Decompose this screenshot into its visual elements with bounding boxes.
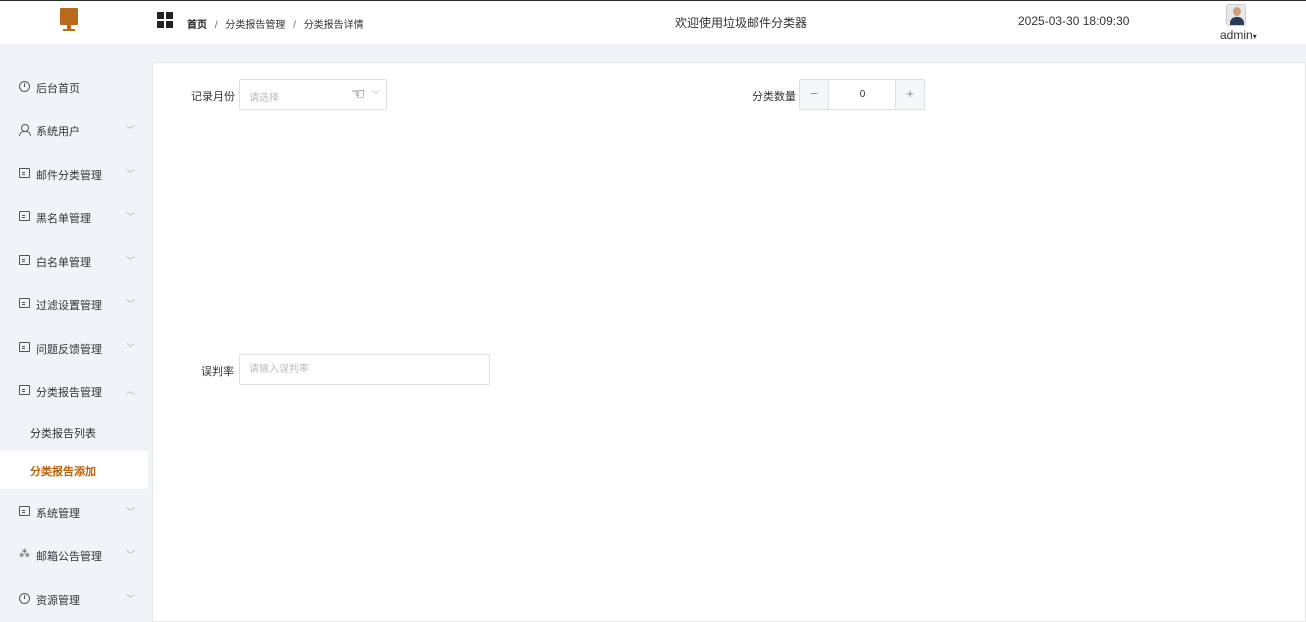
breadcrumb: 首页 / 分类报告管理 / 分类报告详情 xyxy=(187,16,364,31)
grid-icon[interactable] xyxy=(157,12,173,28)
user-menu[interactable]: admin▾ xyxy=(1220,28,1257,42)
list-box-icon xyxy=(19,168,30,179)
user-icon xyxy=(19,124,31,136)
caret-down-icon: ▾ xyxy=(1252,32,1257,41)
sidebar-item-system-management[interactable]: 系统管理 ﹀ xyxy=(0,492,148,532)
sidebar-item-blacklist[interactable]: 黑名单管理 ﹀ xyxy=(0,197,148,237)
sidebar: 后台首页 系统用户 ﹀ 邮件分类管理 ﹀ 黑名单管理 ﹀ 白名单管理 ﹀ 过滤设… xyxy=(0,44,148,622)
month-label: 记录月份 xyxy=(191,91,235,103)
database-icon xyxy=(19,593,30,604)
sparkle-icon: ⁂ xyxy=(19,548,30,560)
count-value[interactable]: 0 xyxy=(830,80,895,109)
sidebar-item-label: 后台首页 xyxy=(36,83,80,95)
count-stepper[interactable]: − 0 + xyxy=(799,79,925,110)
datetime-display: 2025-03-30 18:09:30 xyxy=(1018,14,1130,28)
increment-button[interactable]: + xyxy=(895,80,924,109)
sidebar-item-label: 问题反馈管理 xyxy=(36,344,102,356)
breadcrumb-report-detail: 分类报告详情 xyxy=(303,20,364,31)
chevron-down-icon: ﹀ xyxy=(126,256,136,266)
list-box-icon xyxy=(19,385,30,396)
chevron-down-icon: ﹀ xyxy=(126,594,136,604)
top-header: 首页 / 分类报告管理 / 分类报告详情 欢迎使用垃圾邮件分类器 2025-03… xyxy=(0,0,1306,44)
sidebar-item-label: 系统用户 xyxy=(36,126,80,138)
hand-pointer-cursor-icon: ☜ xyxy=(351,86,366,103)
chevron-down-icon: ﹀ xyxy=(126,169,136,179)
count-label: 分类数量 xyxy=(752,91,796,103)
chevron-down-icon: ﹀ xyxy=(126,343,136,353)
breadcrumb-report-management[interactable]: 分类报告管理 xyxy=(225,20,285,31)
chevron-up-icon: ︿ xyxy=(126,386,136,396)
list-box-icon xyxy=(19,211,30,222)
sidebar-item-resources[interactable]: 资源管理 ﹀ xyxy=(0,579,148,619)
sidebar-item-label: 分类报告管理 xyxy=(36,387,102,399)
main-form-panel: 记录月份 请选择 ﹀ ☜ 分类数量 − 0 + 误判率 xyxy=(152,62,1306,622)
sidebar-item-label: 黑名单管理 xyxy=(36,213,91,225)
sidebar-item-dashboard[interactable]: 后台首页 xyxy=(0,67,148,107)
sidebar-item-system-users[interactable]: 系统用户 ﹀ xyxy=(0,110,148,150)
breadcrumb-separator: / xyxy=(214,20,218,31)
breadcrumb-home[interactable]: 首页 xyxy=(187,20,207,31)
sidebar-item-label: 白名单管理 xyxy=(36,257,91,269)
list-box-icon xyxy=(19,298,30,309)
folder-icon xyxy=(19,506,30,517)
sidebar-item-label: 邮箱公告管理 xyxy=(36,551,102,563)
sidebar-item-label: 邮件分类管理 xyxy=(36,170,102,182)
month-select-placeholder: 请选择 xyxy=(249,93,279,104)
chevron-down-icon: ﹀ xyxy=(126,212,136,222)
breadcrumb-separator: / xyxy=(293,20,296,31)
chevron-down-icon: ﹀ xyxy=(371,90,381,100)
sidebar-subitem-label: 分类报告列表 xyxy=(30,428,96,440)
sidebar-item-feedback[interactable]: 问题反馈管理 ﹀ xyxy=(0,328,148,368)
chevron-down-icon: ﹀ xyxy=(126,550,136,560)
welcome-text: 欢迎使用垃圾邮件分类器 xyxy=(675,16,808,30)
sidebar-item-mail-classification[interactable]: 邮件分类管理 ﹀ xyxy=(0,154,148,194)
sidebar-item-label: 系统管理 xyxy=(36,508,80,520)
sidebar-item-report-management[interactable]: 分类报告管理 ︿ xyxy=(0,371,148,411)
decrement-button[interactable]: − xyxy=(800,80,829,109)
error-rate-input[interactable] xyxy=(239,354,490,385)
sidebar-item-whitelist[interactable]: 白名单管理 ﹀ xyxy=(0,241,148,281)
list-box-icon xyxy=(19,342,30,353)
user-name: admin xyxy=(1220,28,1253,42)
sidebar-subitem-label: 分类报告添加 xyxy=(30,466,96,478)
list-box-icon xyxy=(19,255,30,266)
sidebar-item-label: 资源管理 xyxy=(36,595,80,607)
error-rate-label: 误判率 xyxy=(201,366,234,378)
computer-monitor-icon xyxy=(60,8,78,32)
chevron-down-icon: ﹀ xyxy=(126,299,136,309)
clock-icon xyxy=(19,81,30,92)
sidebar-item-label: 过滤设置管理 xyxy=(36,300,102,312)
chevron-down-icon: ﹀ xyxy=(126,507,136,517)
sidebar-subitem-report-list[interactable]: 分类报告列表 xyxy=(0,413,148,451)
sidebar-item-mail-announcements[interactable]: ⁂ 邮箱公告管理 ﹀ xyxy=(0,535,148,575)
sidebar-item-filter-settings[interactable]: 过滤设置管理 ﹀ xyxy=(0,284,148,324)
chevron-down-icon: ﹀ xyxy=(126,125,136,135)
sidebar-subitem-report-add[interactable]: 分类报告添加 xyxy=(0,451,148,489)
avatar[interactable] xyxy=(1226,4,1246,26)
